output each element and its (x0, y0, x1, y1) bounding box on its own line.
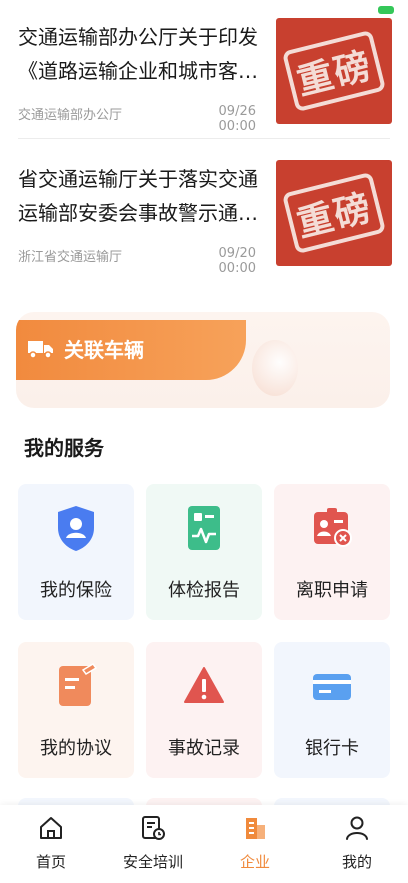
nav-label: 企业 (239, 853, 270, 871)
bottom-nav: 首页 安全培训 企业 我的 (0, 805, 408, 883)
nav-enterprise[interactable]: 企业 (204, 805, 306, 883)
bank-card-icon (313, 674, 351, 700)
service-health-report[interactable]: 体检报告 (146, 484, 262, 620)
stamp-graphic: 重磅 (281, 29, 387, 113)
service-label: 离职申请 (296, 580, 368, 601)
agreement-edit-icon (59, 663, 97, 706)
nav-home[interactable]: 首页 (0, 805, 102, 883)
nav-mine[interactable]: 我的 (306, 805, 408, 883)
service-label: 银行卡 (305, 738, 359, 759)
nav-label: 我的 (341, 853, 372, 871)
truck-icon (28, 341, 53, 359)
news-item[interactable]: 省交通运输厅关于落实交通运输部安委会事故警示通… 浙江省交通运输厅 09/20 … (0, 142, 408, 282)
id-card-remove-icon (314, 508, 352, 547)
news-date: 09/26 00:00 (218, 104, 256, 134)
news-thumbnail: 重磅 (276, 160, 392, 266)
nav-label: 安全培训 (122, 853, 183, 871)
service-label: 事故记录 (168, 738, 240, 759)
stamp-graphic: 重磅 (281, 171, 387, 255)
news-source: 浙江省交通运输厅 (18, 250, 123, 265)
services-title: 我的服务 (24, 436, 104, 460)
service-label: 我的协议 (40, 738, 112, 759)
nav-safety-training[interactable]: 安全培训 (102, 805, 204, 883)
person-icon (346, 816, 368, 840)
vehicle-label: 关联车辆 (64, 338, 144, 362)
news-item[interactable]: 交通运输部办公厅关于印发《道路运输企业和城市客… 交通运输部办公厅 09/26 … (0, 0, 408, 140)
service-label: 体检报告 (168, 580, 240, 601)
nav-label: 首页 (35, 853, 66, 871)
decorative-circle (252, 340, 298, 396)
service-label: 我的保险 (40, 580, 112, 601)
divider (18, 138, 390, 139)
service-bank-card[interactable]: 银行卡 (274, 642, 390, 778)
news-title: 交通运输部办公厅关于印发《道路运输企业和城市客… (18, 25, 258, 83)
news-source: 交通运输部办公厅 (18, 108, 123, 123)
enterprise-building-icon (246, 818, 265, 839)
news-date: 09/20 00:00 (218, 246, 256, 276)
health-report-icon (188, 506, 220, 550)
warning-triangle-icon (184, 667, 224, 703)
home-icon (40, 817, 62, 839)
training-doc-icon (142, 816, 165, 840)
service-accident-record[interactable]: 事故记录 (146, 642, 262, 778)
service-my-agreement[interactable]: 我的协议 (18, 642, 134, 778)
news-title: 省交通运输厅关于落实交通运输部安委会事故警示通… (18, 167, 258, 225)
service-resignation[interactable]: 离职申请 (274, 484, 390, 620)
linked-vehicle-card[interactable]: 关联车辆 (16, 312, 390, 408)
service-my-insurance[interactable]: 我的保险 (18, 484, 134, 620)
news-thumbnail: 重磅 (276, 18, 392, 124)
shield-user-icon (58, 506, 94, 551)
